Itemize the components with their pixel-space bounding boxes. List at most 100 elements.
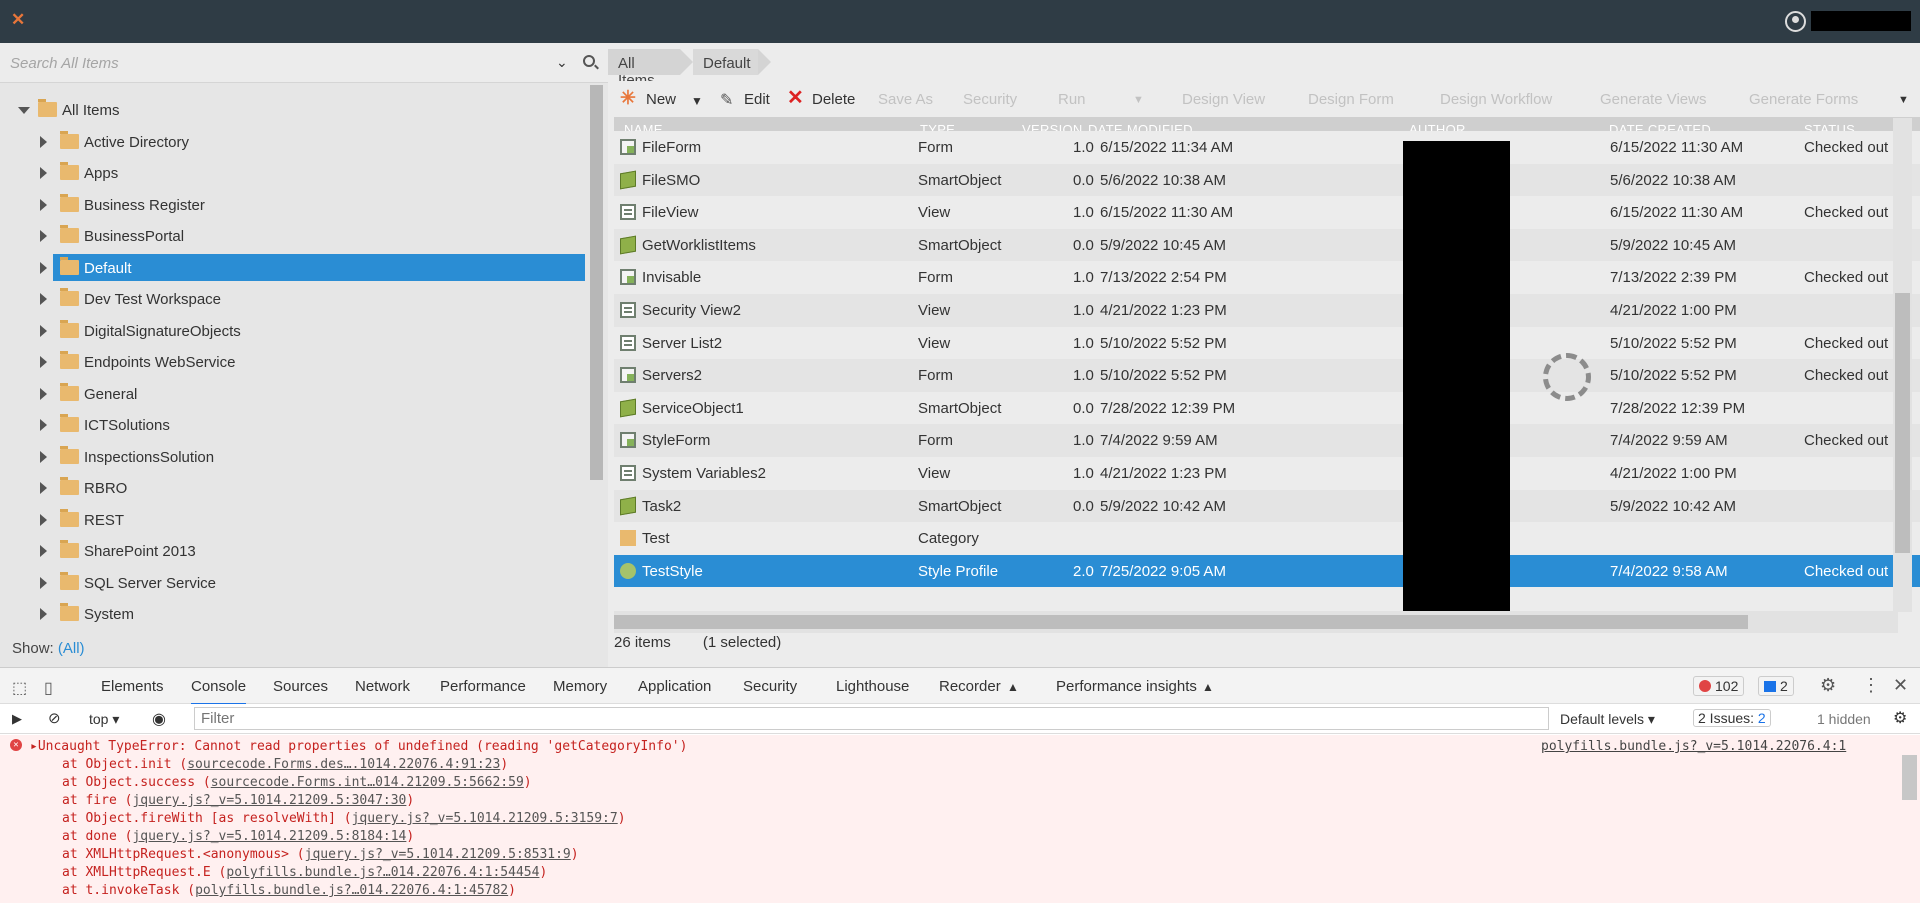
expand-arrow-icon[interactable] bbox=[40, 324, 47, 337]
search-input[interactable] bbox=[10, 52, 550, 74]
stack-frame-link[interactable]: sourcecode.Forms.int…014.21209.5:5662:59 bbox=[211, 775, 524, 790]
table-row[interactable]: FileForm Form 1.0 6/15/2022 11:34 AM 6/15/20… bbox=[614, 131, 1920, 164]
expand-arrow-icon[interactable] bbox=[40, 261, 47, 274]
grid-horizontal-scrollbar[interactable] bbox=[614, 611, 1898, 633]
tree-scrollbar-thumb[interactable] bbox=[590, 85, 603, 480]
tab-performance[interactable]: Performance bbox=[440, 678, 526, 695]
expand-arrow-icon[interactable] bbox=[40, 513, 47, 526]
table-row[interactable]: Invisable Form 1.0 7/13/2022 2:54 PM 7/13/20… bbox=[614, 261, 1920, 295]
show-filter-link[interactable]: (All) bbox=[58, 640, 85, 657]
expand-arrow-icon[interactable] bbox=[40, 230, 47, 242]
message-count-badge[interactable]: 2 bbox=[1758, 676, 1794, 696]
generate-forms-button[interactable]: Generate Forms bbox=[1749, 91, 1858, 108]
stack-frame-link[interactable]: jquery.js?_v=5.1014.21209.5:3047:30 bbox=[132, 793, 406, 808]
table-row[interactable]: Server List2 View 1.0 5/10/2022 5:52 PM 5/10… bbox=[614, 326, 1920, 360]
settings-gear-icon[interactable]: ⚙ bbox=[1820, 675, 1836, 696]
chevron-down-icon[interactable]: ⌄ bbox=[556, 54, 568, 71]
tree-item[interactable]: SharePoint 2013 bbox=[0, 536, 588, 566]
error-source-link[interactable]: polyfills.bundle.js?_v=5.1014.22076.4:1 bbox=[1541, 739, 1846, 754]
breadcrumb-item-default[interactable]: Default bbox=[693, 49, 771, 75]
tree-item[interactable]: General bbox=[0, 379, 588, 409]
expand-arrow-icon[interactable] bbox=[40, 387, 47, 400]
run-dropdown-icon[interactable]: ▼ bbox=[1133, 94, 1144, 106]
device-toolbar-icon[interactable]: ▯ bbox=[44, 678, 53, 698]
design-form-button[interactable]: Design Form bbox=[1308, 91, 1394, 108]
stack-frame-link[interactable]: polyfills.bundle.js?…014.22076.4:1:54454 bbox=[226, 865, 539, 880]
table-row[interactable]: Security View2 View 1.0 4/21/2022 1:23 PM 4/… bbox=[614, 294, 1920, 327]
console-error-message[interactable]: ▸Uncaught TypeError: Cannot read propert… bbox=[30, 739, 687, 754]
expand-arrow-icon[interactable] bbox=[18, 107, 30, 114]
table-row[interactable]: TestStyle Style Profile 2.0 7/25/2022 9:05 … bbox=[614, 554, 1920, 587]
expand-arrow-icon[interactable] bbox=[40, 167, 47, 179]
tab-performance-insights[interactable]: Performance insights bbox=[1056, 678, 1197, 695]
grid-vertical-scrollbar[interactable] bbox=[1893, 118, 1912, 612]
tree-item[interactable]: System bbox=[0, 599, 588, 629]
table-row[interactable]: System Variables2 View 1.0 4/21/2022 1:23 P… bbox=[614, 457, 1920, 490]
tab-elements[interactable]: Elements bbox=[101, 678, 164, 695]
tab-network[interactable]: Network bbox=[355, 678, 410, 695]
issues-badge[interactable]: 2 Issues: 2 bbox=[1693, 709, 1771, 727]
table-row[interactable]: ServiceObject1 SmartObject 0.0 7/28/2022 12… bbox=[614, 391, 1920, 425]
table-row[interactable]: Task2 SmartObject 0.0 5/9/2022 10:42 AM 5/9/… bbox=[614, 489, 1920, 523]
design-workflow-button[interactable]: Design Workflow bbox=[1440, 91, 1552, 108]
tree-item[interactable]: RBRO bbox=[0, 473, 588, 503]
expand-arrow-icon[interactable] bbox=[40, 135, 47, 148]
tree-item[interactable]: Business Register bbox=[0, 190, 588, 220]
search-icon[interactable] bbox=[583, 55, 595, 67]
tree-item[interactable]: Apps bbox=[0, 158, 588, 188]
expand-arrow-icon[interactable] bbox=[40, 450, 47, 463]
tree-item[interactable]: BusinessPortal bbox=[0, 221, 588, 251]
tree-item[interactable]: DigitalSignatureObjects bbox=[0, 316, 588, 346]
live-expression-eye-icon[interactable]: ◉ bbox=[152, 709, 166, 729]
grid-vertical-scrollbar-thumb[interactable] bbox=[1895, 293, 1910, 553]
expand-arrow-icon[interactable] bbox=[40, 545, 47, 557]
tree-item[interactable]: Default bbox=[0, 253, 588, 283]
more-options-icon[interactable]: ⋮ bbox=[1862, 675, 1880, 696]
tree-item[interactable]: InspectionsSolution bbox=[0, 442, 588, 472]
expand-arrow-icon[interactable] bbox=[40, 576, 47, 589]
table-row[interactable]: FileView View 1.0 6/15/2022 11:30 AM 6/15/20… bbox=[614, 196, 1920, 230]
save-as-button[interactable]: Save As bbox=[878, 91, 933, 108]
table-row[interactable]: Test Category bbox=[614, 522, 1920, 556]
tree-item[interactable]: Dev Test Workspace bbox=[0, 284, 588, 314]
more-dropdown-icon[interactable]: ▼ bbox=[1898, 94, 1909, 106]
tree-item[interactable]: SQL Server Service bbox=[0, 568, 588, 598]
table-row[interactable]: StyleForm Form 1.0 7/4/2022 9:59 AM 7/4/2022… bbox=[614, 424, 1920, 458]
close-devtools-icon[interactable]: ✕ bbox=[1893, 675, 1908, 696]
tree-item[interactable]: REST bbox=[0, 505, 588, 535]
design-view-button[interactable]: Design View bbox=[1182, 91, 1265, 108]
stack-frame-link[interactable]: polyfills.bundle.js?…014.22076.4:1:45782 bbox=[195, 883, 508, 898]
console-settings-gear-icon[interactable]: ⚙ bbox=[1893, 708, 1907, 728]
tree-item[interactable]: All Items bbox=[0, 95, 588, 125]
sidebar-toggle-icon[interactable]: ▶ bbox=[12, 711, 22, 727]
expand-arrow-icon[interactable] bbox=[40, 419, 47, 431]
breadcrumb-item-all-items[interactable]: All Items bbox=[608, 49, 693, 89]
expand-arrow-icon[interactable] bbox=[40, 608, 47, 620]
context-selector[interactable]: top ▾ bbox=[89, 711, 119, 728]
app-logo-icon[interactable]: ✕ bbox=[11, 10, 25, 30]
tab-application[interactable]: Application bbox=[638, 678, 711, 695]
tab-memory[interactable]: Memory bbox=[553, 678, 607, 695]
console-scrollbar-thumb[interactable] bbox=[1902, 755, 1917, 800]
tab-sources[interactable]: Sources bbox=[273, 678, 328, 695]
edit-button[interactable]: Edit bbox=[744, 91, 770, 108]
expand-arrow-icon[interactable] bbox=[40, 198, 47, 211]
tree-item[interactable]: Endpoints WebService bbox=[0, 347, 588, 377]
new-dropdown-icon[interactable]: ▼ bbox=[691, 94, 703, 108]
stack-frame-link[interactable]: jquery.js?_v=5.1014.21209.5:3159:7 bbox=[352, 811, 618, 826]
grid-horizontal-scrollbar-thumb[interactable] bbox=[614, 615, 1748, 629]
table-row[interactable]: Servers2 Form 1.0 5/10/2022 5:52 PM 5/10/202… bbox=[614, 359, 1920, 393]
table-row[interactable]: FileSMO SmartObject 0.0 5/6/2022 10:38 AM 5/… bbox=[614, 163, 1920, 197]
log-levels-dropdown[interactable]: Default levels ▾ bbox=[1560, 711, 1655, 728]
table-row[interactable]: GetWorklistItems SmartObject 0.0 5/9/2022 1… bbox=[614, 228, 1920, 262]
tab-security[interactable]: Security bbox=[743, 678, 797, 695]
delete-button[interactable]: Delete bbox=[812, 91, 855, 108]
inspect-element-icon[interactable]: ⬚ bbox=[12, 678, 27, 698]
console-filter-input[interactable] bbox=[194, 707, 1549, 730]
user-avatar-icon[interactable] bbox=[1785, 11, 1806, 32]
tree-item[interactable]: ICTSolutions bbox=[0, 410, 588, 440]
tab-recorder[interactable]: Recorder bbox=[939, 678, 1001, 695]
stack-frame-link[interactable]: jquery.js?_v=5.1014.21209.5:8184:14 bbox=[132, 829, 406, 844]
run-button[interactable]: Run bbox=[1058, 91, 1086, 108]
stack-frame-link[interactable]: jquery.js?_v=5.1014.21209.5:8531:9 bbox=[305, 847, 571, 862]
